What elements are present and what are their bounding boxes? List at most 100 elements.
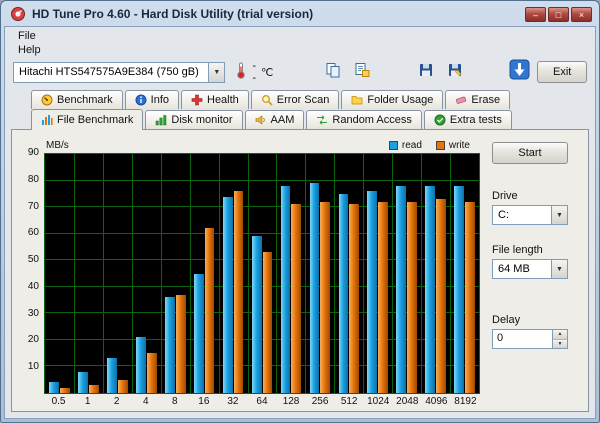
copy-button[interactable] xyxy=(321,61,345,83)
download-arrow-icon xyxy=(509,59,530,85)
menu-file[interactable]: File xyxy=(11,29,43,43)
tab-erase[interactable]: Erase xyxy=(445,90,511,109)
legend-item-write: write xyxy=(435,140,470,151)
start-button[interactable]: Start xyxy=(492,142,568,164)
write-bar xyxy=(291,204,302,393)
save-text-button[interactable] xyxy=(443,61,467,83)
save-image-button[interactable] xyxy=(414,61,438,83)
tab-strip-row1: Benchmark Info Health Error Scan Folder … xyxy=(5,90,595,109)
exit-button[interactable]: Exit xyxy=(537,61,587,83)
tab-label: Disk monitor xyxy=(171,114,233,126)
x-tick-label: 4096 xyxy=(425,396,448,407)
x-axis-labels: 0.5 1 2 4 8 16 32 64 128 256 512 1024 2048 4096 8192 xyxy=(44,394,480,409)
tab-benchmark[interactable]: Benchmark xyxy=(31,90,123,109)
bar-group-8 xyxy=(161,154,190,393)
titlebar: HD Tune Pro 4.60 - Hard Disk Utility (tr… xyxy=(4,3,596,26)
x-tick-label: 8 xyxy=(172,396,178,407)
close-button[interactable]: × xyxy=(571,6,592,22)
chart-header: MB/s read write xyxy=(14,138,480,153)
y-axis-labels: 90 80 70 60 50 40 30 20 10 xyxy=(14,148,44,394)
info-icon xyxy=(135,94,147,106)
y-tick-label: 40 xyxy=(27,280,39,292)
write-bar xyxy=(146,353,157,393)
delay-spinner[interactable]: 0 ▲ ▼ xyxy=(492,329,568,349)
spinner-up-icon[interactable]: ▲ xyxy=(553,330,567,339)
bar-groups xyxy=(45,154,479,393)
y-tick-label: 50 xyxy=(27,254,39,266)
x-tick-label: 32 xyxy=(227,396,239,407)
copy-text-icon xyxy=(354,62,370,83)
spinner-down-icon[interactable]: ▼ xyxy=(553,338,567,348)
benchmark-icon xyxy=(41,94,53,106)
download-update-button[interactable] xyxy=(507,59,531,85)
copy-text-button[interactable] xyxy=(350,61,374,83)
chart-legend: read write xyxy=(388,140,470,151)
app-window: HD Tune Pro 4.60 - Hard Disk Utility (tr… xyxy=(0,0,600,423)
x-tick-label: 4 xyxy=(142,396,149,407)
temperature-display: -- ℃ xyxy=(235,60,273,84)
chart-area: MB/s read write 90 80 70 60 50 40 30 20 10 0.5 1 2 4… xyxy=(14,136,480,409)
legend-label: write xyxy=(448,140,470,151)
write-bar xyxy=(349,204,360,393)
toolbar-icons xyxy=(321,59,531,85)
delay-group: Delay 0 ▲ ▼ xyxy=(492,314,576,349)
legend-item-read: read xyxy=(388,140,422,151)
x-tick-label: 16 xyxy=(198,396,210,407)
bar-group-4 xyxy=(132,154,161,393)
chart-body: 90 80 70 60 50 40 30 20 10 xyxy=(14,148,480,394)
y-tick-label: 10 xyxy=(27,361,39,373)
x-tick-label: 256 xyxy=(311,396,329,407)
maximize-button[interactable]: □ xyxy=(548,6,569,22)
tab-random-access[interactable]: Random Access xyxy=(306,110,422,129)
tab-label: Folder Usage xyxy=(367,94,434,106)
drive-combo-value: C: xyxy=(498,209,509,221)
save-image-icon xyxy=(418,62,434,83)
tab-health[interactable]: Health xyxy=(181,90,249,109)
window-title: HD Tune Pro 4.60 - Hard Disk Utility (tr… xyxy=(32,7,314,21)
bar-group-2 xyxy=(103,154,132,393)
read-bar xyxy=(78,371,88,393)
read-bar xyxy=(251,236,262,393)
chevron-down-icon[interactable]: ▼ xyxy=(551,206,567,224)
tab-error-scan[interactable]: Error Scan xyxy=(250,90,340,109)
x-tick-label: 2 xyxy=(113,396,120,407)
tab-folder-usage[interactable]: Folder Usage xyxy=(341,90,444,109)
bar-group-512 xyxy=(334,154,363,393)
save-text-icon xyxy=(447,62,463,83)
write-bar xyxy=(378,201,389,393)
copy-icon xyxy=(325,62,341,83)
read-bar xyxy=(425,185,436,393)
write-bar xyxy=(88,385,99,393)
tab-label: AAM xyxy=(270,114,295,126)
random-access-icon xyxy=(316,114,328,126)
read-bar xyxy=(280,185,291,393)
menu-help[interactable]: Help xyxy=(11,43,48,57)
minimize-button[interactable]: – xyxy=(525,6,546,22)
x-tick-label: 1024 xyxy=(367,396,390,407)
tab-info[interactable]: Info xyxy=(124,90,179,109)
file-length-combo[interactable]: 64 MB ▼ xyxy=(492,259,568,279)
chevron-down-icon[interactable]: ▼ xyxy=(208,62,225,82)
tab-disk-monitor[interactable]: Disk monitor xyxy=(145,110,243,129)
drive-label: Drive xyxy=(492,190,518,202)
bar-group-0.5 xyxy=(45,154,74,393)
read-bar xyxy=(107,358,117,393)
drive-select-combo[interactable]: Hitachi HTS547575A9E384 (750 gB) ▼ xyxy=(13,61,226,83)
drive-combo[interactable]: C: ▼ xyxy=(492,205,568,225)
thermometer-icon xyxy=(235,62,247,82)
x-tick-label: 128 xyxy=(282,396,300,407)
bar-group-1024 xyxy=(363,154,392,393)
tab-file-benchmark[interactable]: File Benchmark xyxy=(31,109,144,130)
y-tick-label: 20 xyxy=(27,334,39,346)
write-legend-swatch xyxy=(435,141,445,150)
x-tick-label: 0.5 xyxy=(51,396,66,407)
tab-label: Erase xyxy=(471,94,501,106)
read-bar xyxy=(193,273,204,393)
tab-aam[interactable]: AAM xyxy=(244,110,305,129)
tab-label: File Benchmark xyxy=(57,114,134,126)
chevron-down-icon[interactable]: ▼ xyxy=(551,260,567,278)
delay-spinner-buttons: ▲ ▼ xyxy=(552,330,567,348)
tab-label: Error Scan xyxy=(276,94,330,106)
tab-extra-tests[interactable]: Extra tests xyxy=(423,110,512,129)
temperature-unit: ℃ xyxy=(261,66,274,79)
